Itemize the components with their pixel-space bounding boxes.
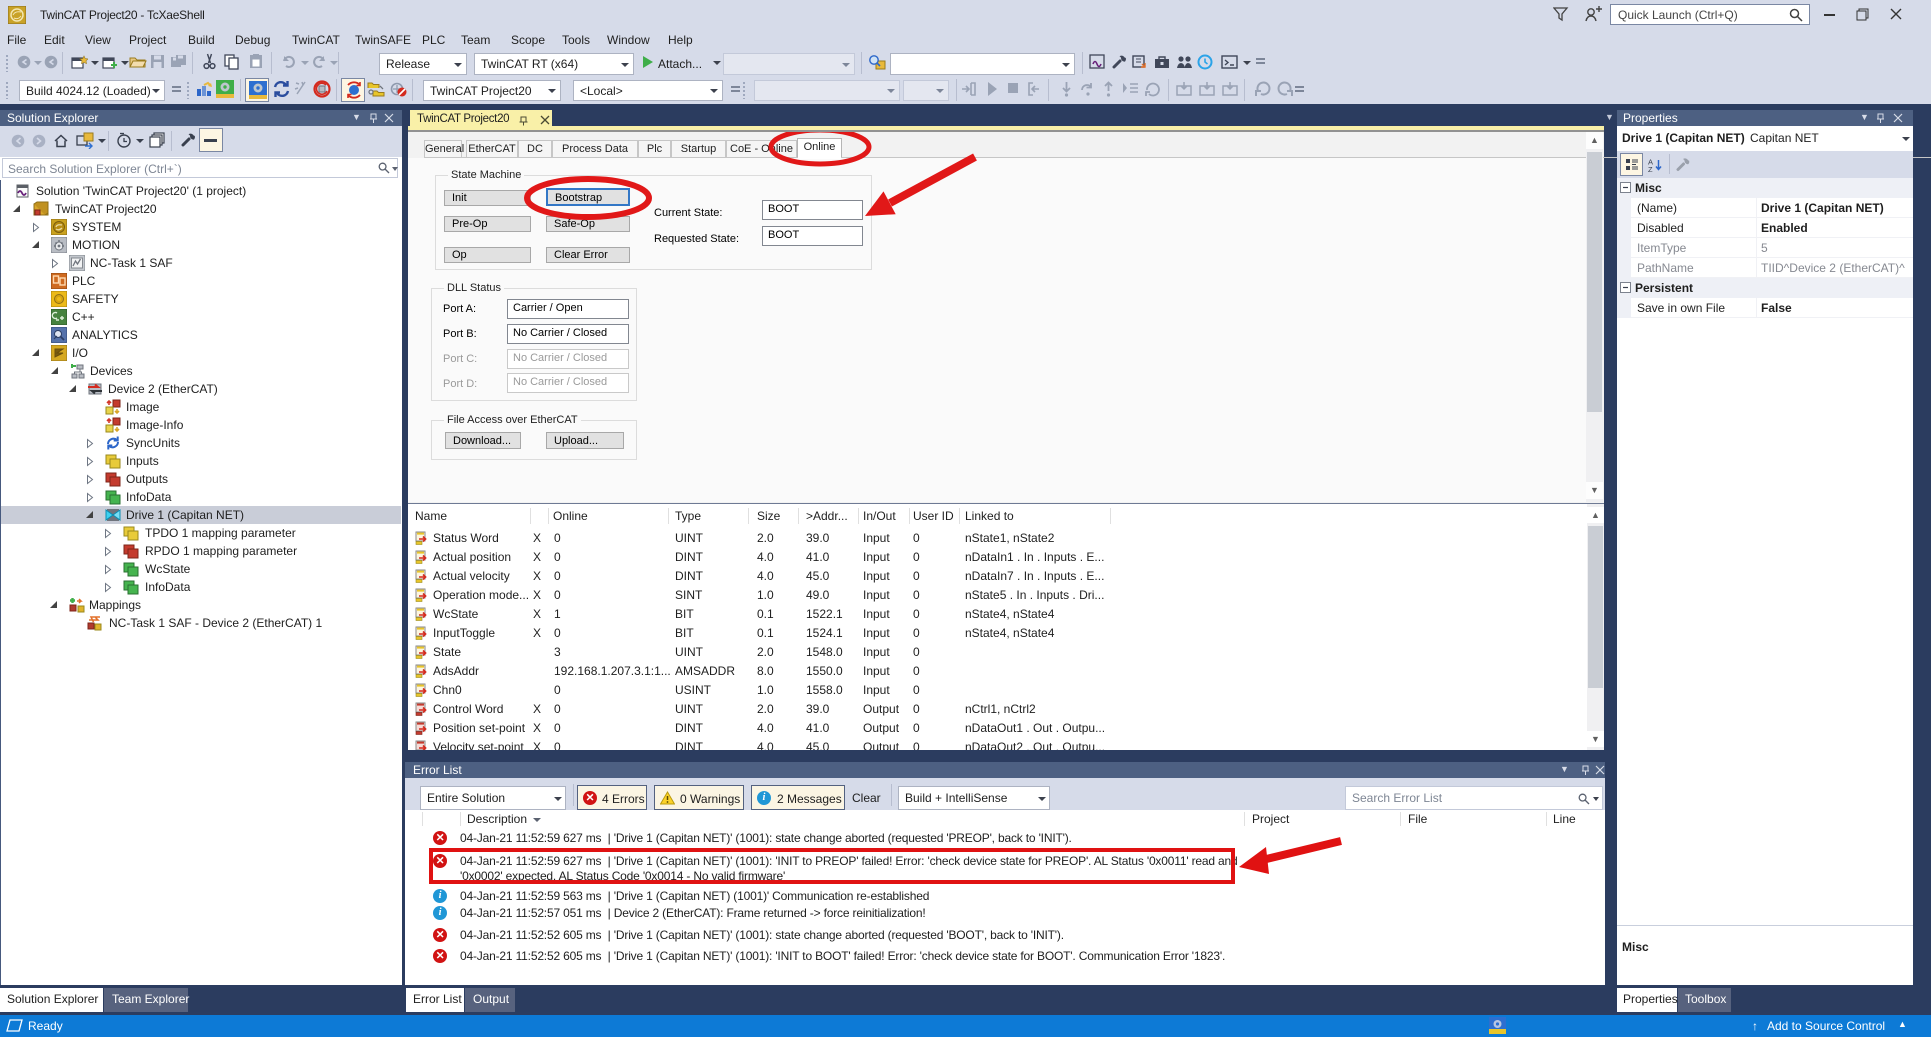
svg-text:Z: Z — [1648, 165, 1653, 172]
